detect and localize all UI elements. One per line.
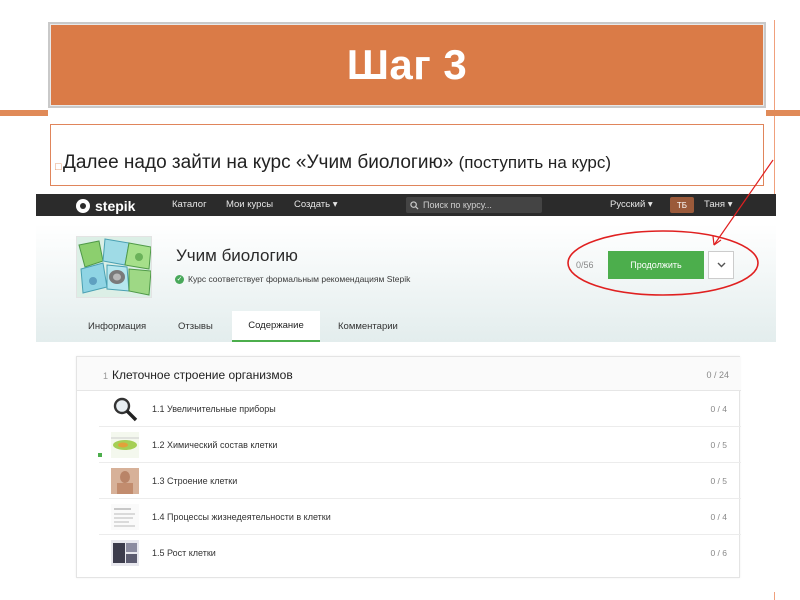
module-header[interactable]: 1 Клеточное строение организмов 0 / 24 (77, 357, 741, 391)
photo-icon (111, 468, 139, 494)
slide-title-bar: Шаг 3 (48, 22, 766, 108)
search-icon (410, 200, 419, 210)
slide: Шаг 3 □ Далее надо зайти на курс «Учим б… (0, 0, 800, 600)
avatar[interactable]: ТБ (670, 197, 694, 213)
language-select[interactable]: Русский ▾ (610, 199, 653, 210)
module-progress: 0 / 24 (706, 370, 729, 380)
lesson-row[interactable]: 1.1 Увеличительные приборы 0 / 4 (99, 391, 741, 427)
document-icon (111, 504, 139, 530)
top-nav: stepik Каталог Мои курсы Создать ▾ Русск… (36, 194, 776, 216)
stepik-screenshot: stepik Каталог Мои курсы Создать ▾ Русск… (36, 194, 776, 592)
check-icon: ✓ (175, 274, 184, 284)
lesson-title: 1.2 Химический состав клетки (152, 440, 278, 450)
cell-image-icon (111, 432, 139, 458)
divider-right (766, 110, 800, 116)
tab-reviews[interactable]: Отзывы (178, 321, 213, 332)
slide-body-text: Далее надо зайти на курс «Учим биологию»… (63, 153, 743, 173)
module-card: 1 Клеточное строение организмов 0 / 24 1… (76, 356, 741, 578)
nav-catalog[interactable]: Каталог (172, 199, 207, 210)
lesson-title: 1.5 Рост клетки (152, 548, 216, 558)
lesson-row[interactable]: 1.4 Процессы жизнедеятельности в клетки … (99, 499, 741, 535)
lesson-title: 1.4 Процессы жизнедеятельности в клетки (152, 512, 331, 522)
microscope-image-icon (111, 540, 139, 566)
cell-cover-icon (77, 237, 151, 297)
chevron-down-icon (717, 262, 725, 268)
avatar-initials: ТБ (676, 200, 688, 210)
user-menu[interactable]: Таня ▾ (704, 199, 732, 210)
lesson-row[interactable]: 1.2 Химический состав клетки 0 / 5 (99, 427, 741, 463)
course-note-text: Курс соответствует формальным рекомендац… (188, 274, 411, 284)
search-input[interactable] (423, 200, 535, 210)
lesson-progress: 0 / 6 (710, 548, 727, 558)
continue-dropdown-button[interactable] (708, 251, 734, 279)
continue-button[interactable]: Продолжить (608, 251, 704, 279)
course-title: Учим биологию (176, 246, 298, 265)
tab-info[interactable]: Информация (88, 321, 146, 332)
magnifier-icon (111, 396, 139, 422)
body-main: Далее надо зайти на курс «Учим биологию» (63, 152, 459, 173)
lesson-row[interactable]: 1.5 Рост клетки 0 / 6 (99, 535, 741, 571)
lesson-row[interactable]: 1.3 Строение клетки 0 / 5 (99, 463, 741, 499)
bullet-icon: □ (55, 161, 62, 173)
course-cover-image (76, 236, 152, 298)
lesson-progress: 0 / 4 (710, 404, 727, 414)
stepik-logo-icon (76, 199, 90, 213)
tab-contents[interactable]: Содержание (232, 311, 320, 342)
lesson-progress: 0 / 4 (710, 512, 727, 522)
stepik-logo[interactable]: stepik (76, 198, 135, 214)
tab-comments[interactable]: Комментарии (338, 321, 398, 332)
tab-contents-label: Содержание (248, 320, 304, 331)
module-title: Клеточное строение организмов (112, 368, 293, 382)
lesson-progress: 0 / 5 (710, 476, 727, 486)
course-recommendation-note: ✓ Курс соответствует формальным рекоменд… (175, 274, 410, 284)
search-box[interactable] (406, 197, 542, 213)
course-progress: 0/56 (576, 260, 594, 270)
lesson-progress: 0 / 5 (710, 440, 727, 450)
module-number: 1 (103, 371, 109, 381)
lesson-title: 1.3 Строение клетки (152, 476, 238, 486)
nav-my-courses[interactable]: Мои курсы (226, 199, 273, 210)
body-paren: (поступить на курс) (458, 153, 612, 172)
logo-text: stepik (95, 198, 136, 214)
lesson-title: 1.1 Увеличительные приборы (152, 404, 276, 414)
divider-left (0, 110, 48, 116)
nav-create[interactable]: Создать ▾ (294, 199, 338, 210)
slide-title: Шаг 3 (346, 41, 468, 88)
